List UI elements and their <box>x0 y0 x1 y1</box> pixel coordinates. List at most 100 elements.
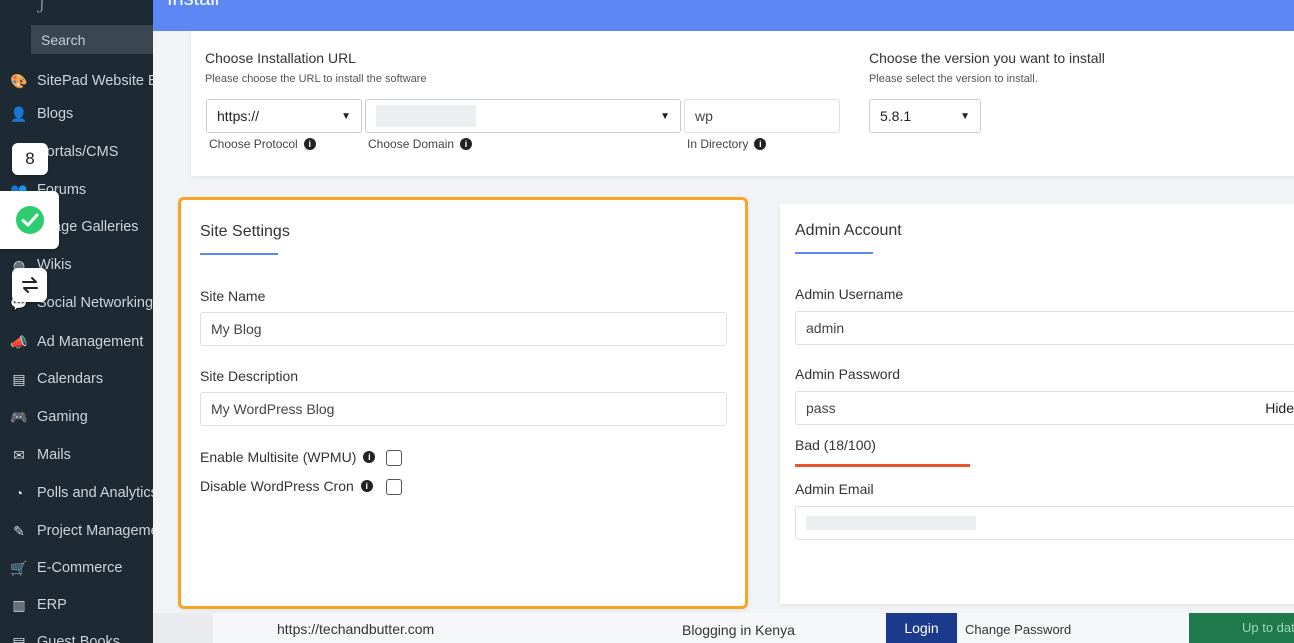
sidebar-item-label: ERP <box>37 597 67 613</box>
domain-caption: Choose Domain i <box>368 137 473 151</box>
installations-row: https://techandbutter.com Blogging in Ke… <box>153 613 1294 643</box>
cron-label: Disable WordPress Cron <box>200 478 354 494</box>
sidebar: ʃ Search 🎨 SitePad Website Builder 👤 Blogs… <box>0 0 153 643</box>
bar-chart-icon: ▥ <box>12 596 26 613</box>
site-description-label: Site Description <box>200 368 299 384</box>
calendar-icon: ▤ <box>12 370 26 387</box>
sidebar-item-label: Mails <box>37 447 71 463</box>
chevron-down-icon: ▼ <box>660 110 670 122</box>
password-value: pass <box>806 400 836 416</box>
admin-username-input[interactable]: admin <box>795 311 1294 345</box>
sidebar-item-label: SitePad Website Builder <box>37 73 153 89</box>
sidebar-item-label: Calendars <box>37 371 104 387</box>
password-strength-bar <box>795 464 970 467</box>
row-spacer <box>153 613 213 643</box>
install-url-card: Choose Installation URL Please choose th… <box>191 31 1294 176</box>
install-url-title: Choose Installation URL <box>205 50 356 66</box>
caption-text: Choose Domain <box>368 137 455 151</box>
section-underline <box>200 253 278 255</box>
sidebar-item-label: Ad Management <box>37 334 144 350</box>
login-button[interactable]: Login <box>886 613 957 643</box>
domain-select[interactable]: ▼ <box>365 99 681 133</box>
protocol-caption: Choose Protocol i <box>209 137 316 151</box>
caption-text: In Directory <box>687 137 749 151</box>
sidebar-item-mails[interactable]: ✉ Mails <box>0 440 153 470</box>
edit-icon: ✎ <box>13 522 25 539</box>
admin-email-input[interactable] <box>795 506 1294 540</box>
cron-checkbox[interactable] <box>386 479 402 495</box>
section-underline <box>795 252 873 254</box>
user-icon: 👤 <box>10 105 28 122</box>
info-icon[interactable]: i <box>360 480 373 492</box>
password-strength-text: Bad (18/100) <box>795 437 876 453</box>
info-icon[interactable]: i <box>754 138 767 150</box>
pie-chart-icon: ◔ <box>14 485 24 501</box>
megaphone-icon: 📣 <box>10 333 28 350</box>
install-panel: Choose Installation URL Please choose th… <box>153 31 1294 613</box>
multisite-row: Enable Multisite (WPMU) i <box>200 449 376 465</box>
sidebar-item-sitepad[interactable]: 🎨 SitePad Website Builder <box>0 66 153 96</box>
admin-account-card: Admin Account Admin Username admin Admin… <box>780 204 1294 604</box>
mail-icon: ✉ <box>13 446 25 463</box>
info-icon[interactable]: i <box>460 138 473 150</box>
sidebar-item-label: Gaming <box>37 409 88 425</box>
admin-password-input[interactable]: pass Hide <box>795 391 1294 425</box>
sidebar-item-label: Social Networking <box>37 295 153 311</box>
sidebar-item-erp[interactable]: ▥ ERP <box>0 590 153 620</box>
admin-username-label: Admin Username <box>795 286 904 302</box>
sidebar-item-ads[interactable]: 📣 Ad Management <box>0 327 153 357</box>
chevron-down-icon: ▼ <box>341 110 351 122</box>
multisite-label: Enable Multisite (WPMU) <box>200 449 357 465</box>
sidebar-item-guestbooks[interactable]: ▤ Guest Books <box>0 627 153 643</box>
admin-password-label: Admin Password <box>795 366 901 382</box>
version-subtitle: Please select the version to install. <box>869 73 1038 85</box>
sidebar-item-gaming[interactable]: 🎮 Gaming <box>0 402 153 432</box>
sidebar-search-input[interactable]: Search <box>31 25 153 54</box>
logo: ʃ <box>40 0 45 13</box>
sidebar-item-blogs[interactable]: 👤 Blogs <box>0 99 153 129</box>
chevron-down-icon: ▼ <box>960 110 970 122</box>
sidebar-item-polls[interactable]: ◔ Polls and Analytics <box>0 478 153 508</box>
step-number-badge[interactable]: 8 <box>12 143 48 175</box>
swap-widget[interactable] <box>12 268 47 302</box>
sidebar-item-calendars[interactable]: ▤ Calendars <box>0 364 153 394</box>
directory-caption: In Directory i <box>687 137 767 151</box>
redacted-domain <box>376 105 476 127</box>
success-widget[interactable] <box>0 191 59 249</box>
sidebar-item-label: Guest Books <box>37 634 121 643</box>
sidebar-item-label: Portals/CMS <box>37 144 119 160</box>
caption-text: Choose Protocol <box>209 137 298 151</box>
hide-password-toggle[interactable]: Hide <box>1265 400 1294 416</box>
protocol-select[interactable]: https:// ▼ <box>206 99 362 133</box>
cart-icon: 🛒 <box>10 559 28 576</box>
version-select[interactable]: 5.8.1 ▼ <box>869 99 981 133</box>
sidebar-item-label: Polls and Analytics <box>37 485 153 501</box>
protocol-value: https:// <box>217 108 260 124</box>
change-password-link[interactable]: Change Password <box>965 622 1071 637</box>
installation-url-link[interactable]: https://techandbutter.com <box>277 621 434 637</box>
check-circle-icon <box>15 206 44 234</box>
book-icon: ▤ <box>12 633 26 643</box>
version-value: 5.8.1 <box>880 108 912 124</box>
site-name-label: Site Name <box>200 288 266 304</box>
info-icon[interactable]: i <box>303 138 316 150</box>
admin-account-title: Admin Account <box>795 222 902 239</box>
page-header: Install <box>153 0 1294 31</box>
info-icon[interactable]: i <box>363 451 376 463</box>
palette-icon: 🎨 <box>10 72 28 89</box>
site-settings-card: Site Settings Site Name My Blog Site Des… <box>178 197 748 609</box>
sidebar-item-project[interactable]: ✎ Project Management <box>0 516 153 546</box>
site-name-input[interactable]: My Blog <box>200 312 727 346</box>
status-badge: Up to date <box>1189 613 1294 643</box>
admin-email-label: Admin Email <box>795 481 874 497</box>
page-title: Install <box>167 0 219 10</box>
swap-arrows-icon <box>21 277 38 293</box>
gamepad-icon: 🎮 <box>10 408 28 425</box>
site-description-input[interactable]: My WordPress Blog <box>200 392 727 426</box>
sidebar-item-label: E-Commerce <box>37 560 123 576</box>
install-url-subtitle: Please choose the URL to install the sof… <box>205 73 427 85</box>
multisite-checkbox[interactable] <box>386 450 402 466</box>
directory-input[interactable]: wp <box>684 99 840 133</box>
sidebar-item-ecommerce[interactable]: 🛒 E-Commerce <box>0 553 153 583</box>
installation-site-title: Blogging in Kenya <box>682 622 795 638</box>
